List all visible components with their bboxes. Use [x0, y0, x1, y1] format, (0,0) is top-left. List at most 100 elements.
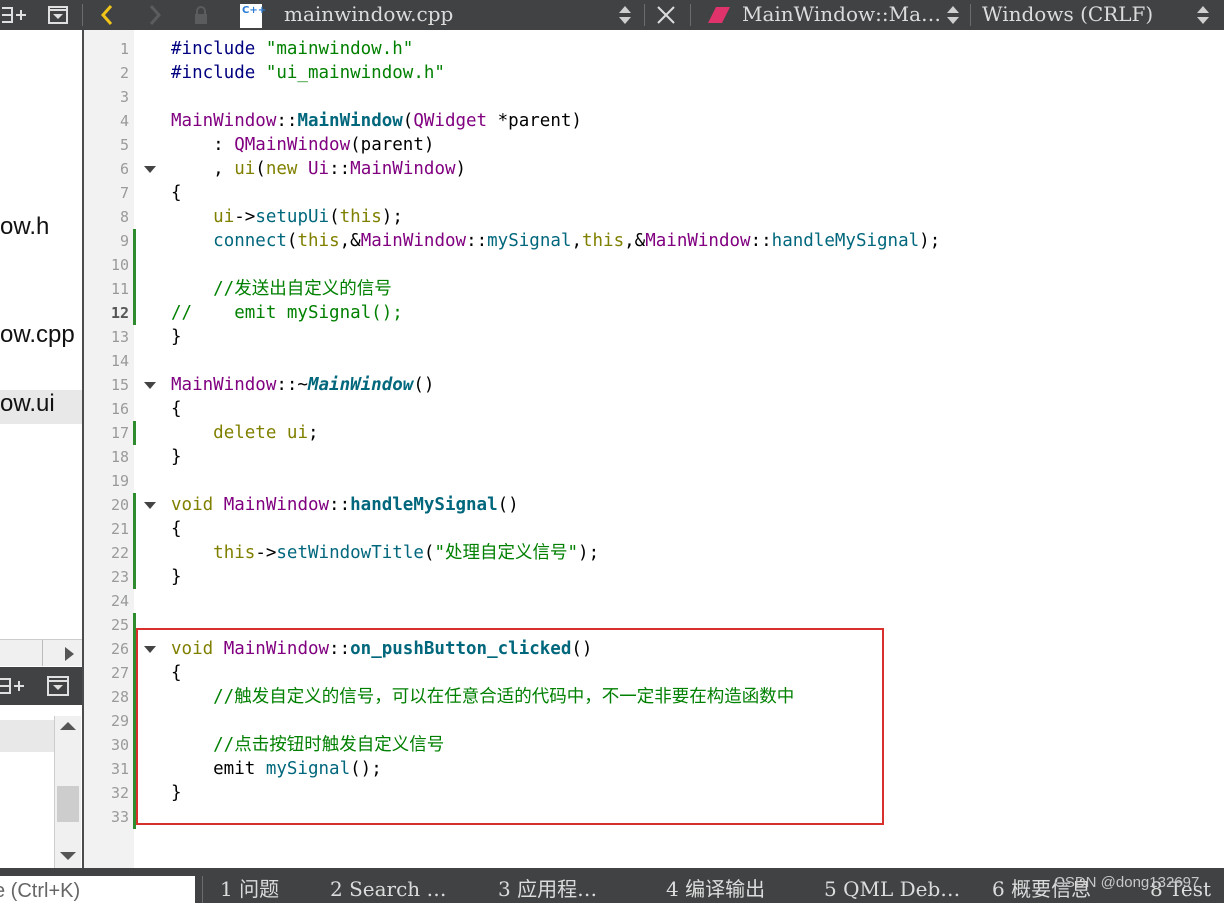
line-number: 10 [110, 256, 129, 274]
symbol-selector[interactable]: MainWindow::Ma… [742, 0, 941, 30]
tab-compile-output[interactable]: 4 编译输出 [666, 870, 765, 903]
code-line[interactable]: #include "ui_mainwindow.h" [171, 61, 445, 85]
code-token: MainWindow [171, 375, 277, 395]
line-number: 30 [110, 736, 129, 754]
code-token: this [297, 231, 340, 251]
scroll-up-icon[interactable] [60, 722, 76, 730]
change-marker [133, 517, 136, 541]
code-line[interactable]: //发送出自定义的信号 [171, 277, 392, 301]
split-icon[interactable] [0, 0, 30, 30]
vertical-scrollbar[interactable] [54, 716, 81, 868]
highlight-box [136, 628, 884, 825]
watermark: CSDN @dong132697 [1054, 874, 1200, 891]
file-name[interactable]: mainwindow.cpp [284, 0, 453, 30]
code-line[interactable]: { [171, 397, 182, 421]
line-number: 15 [110, 376, 129, 394]
line-number: 17 [110, 424, 129, 442]
code-line[interactable]: } [171, 325, 182, 349]
code-token: MainWindow [171, 111, 277, 131]
locator-input[interactable]: e (Ctrl+K) [0, 876, 195, 903]
code-token: () [497, 495, 519, 515]
tab-issues[interactable]: 1 问题 [220, 870, 279, 903]
line-ending-dropdown-icon[interactable] [1197, 5, 1209, 25]
line-number: 32 [110, 784, 129, 802]
change-marker [133, 565, 136, 589]
code-line[interactable]: ui->setupUi(this); [171, 205, 403, 229]
file-dropdown-icon[interactable] [619, 5, 631, 25]
code-token: new [265, 159, 308, 179]
line-number: 33 [110, 808, 129, 826]
change-marker [133, 301, 136, 325]
code-token: *parent) [487, 111, 582, 131]
change-marker [133, 277, 136, 301]
line-number: 24 [110, 592, 129, 610]
code-line[interactable]: } [171, 445, 182, 469]
change-marker [133, 493, 136, 517]
code-line[interactable]: connect(this,&MainWindow::mySignal,this,… [171, 229, 940, 253]
line-ending-selector[interactable]: Windows (CRLF) [982, 0, 1153, 30]
project-tree-item-form[interactable]: ow.ui [0, 390, 82, 424]
code-token: ,& [339, 231, 361, 251]
code-token: handleMySignal [350, 495, 498, 515]
line-number: 19 [110, 472, 129, 490]
tab-qml-debugger[interactable]: 5 QML Deb… [824, 870, 960, 903]
code-token: QMainWindow [234, 135, 351, 155]
line-number: 29 [110, 712, 129, 730]
code-token: MainWindow [645, 231, 751, 251]
code-token: (parent) [350, 135, 435, 155]
scroll-down-icon[interactable] [60, 852, 76, 860]
tab-search-results[interactable]: 2 Search … [330, 870, 447, 903]
code-line[interactable]: // emit mySignal(); [171, 301, 403, 325]
forward-arrow-icon[interactable] [142, 0, 168, 30]
code-token: , [171, 159, 235, 179]
line-number: 12 [110, 304, 129, 322]
tab-application-output[interactable]: 3 应用程… [498, 870, 597, 903]
code-token: ) [455, 159, 467, 179]
close-pane-icon[interactable] [46, 675, 70, 697]
code-line[interactable]: { [171, 181, 182, 205]
fold-marker-icon[interactable] [144, 166, 156, 173]
code-line[interactable]: { [171, 517, 182, 541]
code-token: { [171, 519, 182, 539]
code-line[interactable]: } [171, 565, 182, 589]
code-line[interactable]: : QMainWindow(parent) [171, 133, 434, 157]
horizontal-scrollbar[interactable] [0, 639, 82, 666]
close-icon[interactable] [652, 0, 680, 30]
code-token: : [171, 135, 235, 155]
line-number: 28 [110, 688, 129, 706]
fold-marker-icon[interactable] [144, 502, 156, 509]
code-line[interactable]: this->setWindowTitle("处理自定义信号"); [171, 541, 599, 565]
line-number: 5 [119, 136, 129, 154]
code-token: #include [171, 63, 266, 83]
cpp-badge: C++ [242, 5, 266, 16]
scrollbar-thumb[interactable] [57, 786, 79, 822]
code-token: ui [234, 159, 256, 179]
code-token: { [171, 183, 182, 203]
fold-marker-icon[interactable] [144, 382, 156, 389]
code-line[interactable]: MainWindow::MainWindow(QWidget *parent) [171, 109, 582, 133]
split-icon[interactable] [0, 675, 28, 697]
editor-toolbar: C++ mainwindow.cpp MainWindow::Ma… Windo… [0, 0, 1224, 30]
code-token: ( [329, 207, 340, 227]
code-line[interactable]: void MainWindow::handleMySignal() [171, 493, 519, 517]
code-token: } [171, 567, 182, 587]
back-arrow-icon[interactable] [94, 0, 120, 30]
project-tree-item-header[interactable]: ow.h [0, 213, 49, 241]
symbol-dropdown-icon[interactable] [947, 5, 959, 25]
code-token: { [171, 399, 182, 419]
open-document-item[interactable] [0, 720, 54, 752]
code-token: // emit mySignal(); [171, 303, 403, 323]
close-pane-icon[interactable] [44, 0, 72, 30]
code-token: setupUi [255, 207, 330, 227]
line-number: 8 [119, 208, 129, 226]
code-line[interactable]: #include "mainwindow.h" [171, 37, 413, 61]
scroll-right-icon[interactable] [65, 647, 74, 661]
project-tree-item-source[interactable]: ow.cpp [0, 321, 75, 349]
code-line[interactable]: MainWindow::~MainWindow() [171, 373, 434, 397]
code-token: , [571, 231, 582, 251]
code-line[interactable]: , ui(new Ui::MainWindow) [171, 157, 466, 181]
line-number: 3 [119, 88, 129, 106]
code-line[interactable]: delete ui; [171, 421, 318, 445]
